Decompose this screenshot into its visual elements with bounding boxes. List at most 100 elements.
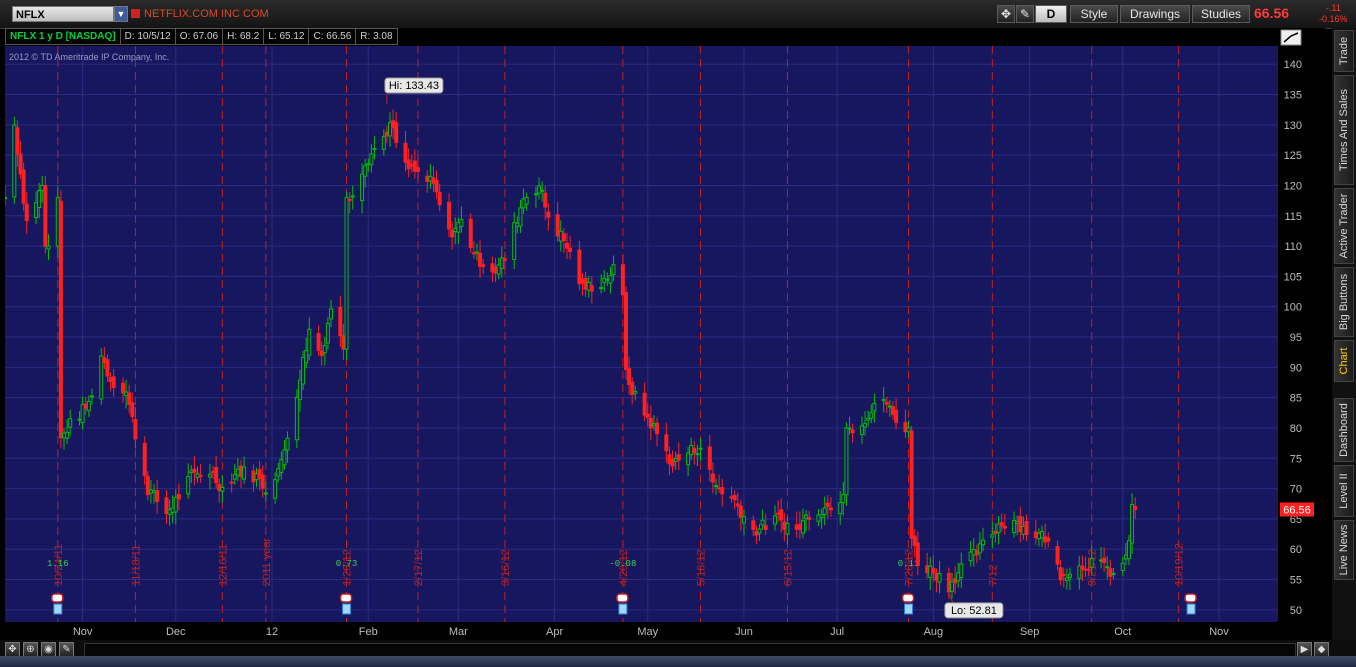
tab-live-news[interactable]: Live News <box>1334 520 1354 580</box>
earnings-icon <box>618 603 628 615</box>
candle-body <box>478 252 483 267</box>
tab-trade[interactable]: Trade <box>1334 30 1354 72</box>
candle-body <box>105 359 110 377</box>
candle-body <box>304 350 309 364</box>
candle-body <box>325 323 330 344</box>
candle-body <box>735 503 740 507</box>
candle-body <box>804 514 809 519</box>
candle-body <box>828 507 833 511</box>
chart-panel[interactable]: 50 55 60 65 70 75 80 85 90 95 100 105 110 115 120 125 13… <box>5 28 1325 640</box>
info-open: O: 67.06 <box>175 28 224 45</box>
zoom-icon[interactable]: ⊕ <box>23 642 38 657</box>
tab-level-ii[interactable]: Level II <box>1334 465 1354 517</box>
expand-icon[interactable]: ◆ <box>1314 642 1329 657</box>
time-scrollbar[interactable] <box>84 643 1296 657</box>
symbol-input[interactable]: NFLX <box>12 6 114 22</box>
candle-body <box>5 197 7 200</box>
candle-body <box>1077 565 1082 579</box>
candle-body <box>1002 525 1007 529</box>
y-tick-label: 120 <box>1284 180 1302 192</box>
earnings-icon <box>616 593 629 603</box>
candle-body <box>21 169 26 204</box>
candle-body <box>949 581 954 592</box>
candle-body <box>297 379 302 401</box>
tab-dashboard[interactable]: Dashboard <box>1334 398 1354 462</box>
candle-body <box>583 277 588 290</box>
company-flag-icon <box>131 9 140 18</box>
studies-label: Studies <box>1200 7 1242 21</box>
candle-body <box>130 402 135 417</box>
candle-body <box>1024 520 1029 536</box>
style-button[interactable]: Style <box>1070 5 1118 23</box>
candle-body <box>251 470 256 483</box>
x-tick-label: Jul <box>830 626 844 638</box>
studies-button[interactable]: Studies <box>1192 5 1250 23</box>
wrench-icon[interactable]: ✎ <box>1016 5 1034 23</box>
percent-change: -0.16% <box>1319 14 1348 24</box>
info-close: C: 66.56 <box>309 28 357 45</box>
candle-body <box>99 355 104 400</box>
candle-body <box>1055 545 1060 565</box>
candle-body <box>18 153 23 175</box>
last-price: 66.56 <box>1254 5 1290 21</box>
info-low: L: 65.12 <box>264 28 310 45</box>
chart-info-bar: NFLX 1 y D [NASDAQ] D: 10/5/12 O: 67.06 … <box>5 28 398 45</box>
candle-body <box>1040 531 1045 539</box>
candle-body <box>751 520 756 530</box>
candle-body <box>903 421 908 433</box>
candle-body <box>928 565 933 578</box>
candle-body <box>86 400 91 412</box>
candle-body <box>316 333 321 351</box>
symbol-dropdown-icon[interactable]: ▼ <box>114 6 128 22</box>
earnings-icon <box>342 603 352 615</box>
tab-chart[interactable]: Chart <box>1334 340 1354 382</box>
candle-body <box>971 549 976 556</box>
candle-body <box>127 392 132 405</box>
candle-body <box>741 515 746 524</box>
candle-body <box>773 515 778 525</box>
tab-times-and-sales[interactable]: Times And Sales <box>1334 75 1354 185</box>
candle-body <box>763 525 768 530</box>
candle-body <box>409 163 414 167</box>
candle-body <box>561 233 566 242</box>
candle-body <box>412 160 417 172</box>
pan-icon[interactable]: ✥ <box>5 642 20 657</box>
y-tick-label: 55 <box>1290 575 1302 587</box>
candle-body <box>366 162 371 165</box>
drawings-button[interactable]: Drawings <box>1120 5 1190 23</box>
candle-body <box>211 471 216 474</box>
period-button[interactable]: D <box>1035 5 1067 23</box>
candle-body <box>863 423 868 428</box>
candle-body <box>431 177 436 184</box>
candle-body <box>968 551 973 562</box>
tab-big-buttons[interactable]: Big Buttons <box>1334 267 1354 337</box>
candle-body <box>68 418 73 428</box>
y-tick-label: 105 <box>1284 271 1302 283</box>
candle-body <box>120 382 125 394</box>
candle-body <box>627 368 632 385</box>
scroll-right-icon[interactable]: ▶ <box>1297 642 1312 657</box>
candle-body <box>189 470 194 474</box>
candle-body <box>1111 572 1116 575</box>
candle-body <box>350 195 355 198</box>
candle-body <box>446 201 451 230</box>
candle-body <box>890 406 895 415</box>
candle-body <box>521 198 526 209</box>
tab-active-trader[interactable]: Active Trader <box>1334 188 1354 264</box>
candle-body <box>301 356 306 385</box>
chart-settings-icon <box>1280 29 1302 46</box>
y-tick-label: 90 <box>1290 362 1302 374</box>
y-tick-label: 110 <box>1284 241 1302 253</box>
candle-body <box>859 425 864 436</box>
candle-body <box>937 573 942 583</box>
candle-body <box>198 474 203 477</box>
zoom-fit-icon[interactable]: ◉ <box>41 642 56 657</box>
candle-body <box>34 202 39 219</box>
candle-body <box>912 535 917 547</box>
price-chart[interactable]: 5055606570758085909510010511011512012513… <box>5 28 1325 640</box>
crosshair-icon[interactable]: ✥ <box>997 5 1015 23</box>
candle-body <box>974 550 979 556</box>
candle-body <box>338 306 343 337</box>
draw-icon[interactable]: ✎ <box>59 642 74 657</box>
candle-body <box>391 120 396 129</box>
